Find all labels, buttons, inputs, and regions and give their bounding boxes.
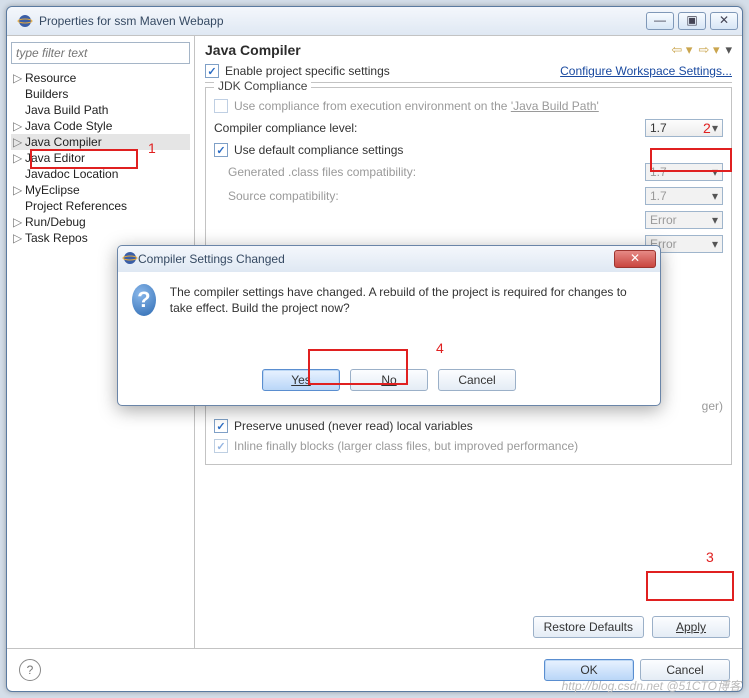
tree-item-task-repos[interactable]: ▷Task Repos	[11, 230, 190, 246]
property-tree: ▷ResourceBuildersJava Build Path▷Java Co…	[11, 70, 190, 246]
apply-button[interactable]: Apply	[652, 616, 730, 638]
use-exec-env-checkbox[interactable]	[214, 99, 228, 113]
nav-back-icon[interactable]: ⇦ ▾	[671, 42, 692, 58]
compliance-subrow-label: Source compatibility:	[214, 189, 645, 203]
inline-finally-checkbox	[214, 439, 228, 453]
tree-item-resource[interactable]: ▷Resource	[11, 70, 190, 86]
trailing-fragment: ger)	[702, 399, 723, 413]
close-button[interactable]: ✕	[710, 12, 738, 30]
titlebar[interactable]: Properties for ssm Maven Webapp — ▣ ✕	[7, 7, 742, 35]
use-default-label: Use default compliance settings	[234, 143, 403, 157]
window-title: Properties for ssm Maven Webapp	[39, 14, 642, 28]
configure-workspace-link[interactable]: Configure Workspace Settings...	[560, 64, 732, 78]
tree-item-java-build-path[interactable]: Java Build Path	[11, 102, 190, 118]
use-exec-env-row: Use compliance from execution environmen…	[214, 96, 723, 116]
tree-item-javadoc-location[interactable]: Javadoc Location	[11, 166, 190, 182]
tree-item-label: Builders	[25, 87, 68, 101]
tree-item-label: MyEclipse	[25, 183, 80, 197]
preserve-unused-checkbox[interactable]	[214, 419, 228, 433]
tree-item-myeclipse[interactable]: ▷MyEclipse	[11, 182, 190, 198]
dialog-title: Compiler Settings Changed	[138, 252, 285, 266]
jdk-compliance-legend: JDK Compliance	[214, 79, 311, 93]
cancel-button[interactable]: Cancel	[640, 659, 730, 681]
expand-arrow-icon[interactable]: ▷	[13, 119, 25, 133]
tree-item-label: Task Repos	[25, 231, 88, 245]
expand-arrow-icon[interactable]: ▷	[13, 151, 25, 165]
compliance-subrow: Error	[214, 208, 723, 232]
compliance-level-label: Compiler compliance level:	[214, 121, 645, 135]
eclipse-icon	[17, 13, 33, 29]
expand-arrow-icon[interactable]: ▷	[13, 231, 25, 245]
inline-finally-label: Inline finally blocks (larger class file…	[234, 439, 578, 453]
use-exec-env-label: Use compliance from execution environmen…	[234, 99, 599, 113]
page-buttons: Restore Defaults Apply	[195, 606, 742, 648]
tree-item-label: Resource	[25, 71, 76, 85]
preserve-unused-row: Preserve unused (never read) local varia…	[214, 416, 723, 436]
yes-button[interactable]: Yes	[262, 369, 340, 391]
use-default-checkbox[interactable]	[214, 143, 228, 157]
enable-project-specific-label: Enable project specific settings	[225, 64, 390, 78]
expand-arrow-icon[interactable]: ▷	[13, 71, 25, 85]
dialog-cancel-button[interactable]: Cancel	[438, 369, 516, 391]
page-heading-row: Java Compiler ⇦ ▾ ⇨ ▾ ▾	[195, 36, 742, 60]
tree-item-builders[interactable]: Builders	[11, 86, 190, 102]
compliance-level-row: Compiler compliance level: 1.7	[214, 116, 723, 140]
compliance-subrow: Source compatibility:1.7	[214, 184, 723, 208]
ok-button[interactable]: OK	[544, 659, 634, 681]
compliance-subrow: Generated .class files compatibility:1.7	[214, 160, 723, 184]
question-icon: ?	[132, 284, 156, 316]
dialog-buttons: Yes No Cancel	[118, 369, 660, 405]
minimize-button[interactable]: —	[646, 12, 674, 30]
restore-defaults-button[interactable]: Restore Defaults	[533, 616, 644, 638]
nav-menu-icon[interactable]: ▾	[725, 42, 732, 58]
dialog-titlebar[interactable]: Compiler Settings Changed ✕	[118, 246, 660, 272]
no-button[interactable]: No	[350, 369, 428, 391]
inline-finally-row: Inline finally blocks (larger class file…	[214, 436, 723, 456]
expand-arrow-icon[interactable]: ▷	[13, 183, 25, 197]
compliance-subrow-select: Error	[645, 211, 723, 229]
tree-item-run-debug[interactable]: ▷Run/Debug	[11, 214, 190, 230]
use-default-row: Use default compliance settings	[214, 140, 723, 160]
tree-item-label: Java Compiler	[25, 135, 102, 149]
dialog-message: The compiler settings have changed. A re…	[170, 284, 646, 357]
dialog-close-button[interactable]: ✕	[614, 250, 656, 268]
tree-item-project-references[interactable]: Project References	[11, 198, 190, 214]
tree-item-label: Java Code Style	[25, 119, 112, 133]
compliance-subrow-label: Generated .class files compatibility:	[214, 165, 645, 179]
tree-item-java-editor[interactable]: ▷Java Editor	[11, 150, 190, 166]
eclipse-icon	[122, 250, 138, 269]
nav-forward-icon[interactable]: ⇨ ▾	[698, 42, 719, 58]
preserve-unused-label: Preserve unused (never read) local varia…	[234, 419, 473, 433]
tree-item-label: Java Editor	[25, 151, 85, 165]
compiler-settings-dialog: Compiler Settings Changed ✕ ? The compil…	[117, 245, 661, 406]
help-icon[interactable]: ?	[19, 659, 41, 681]
footer: ? OK Cancel	[7, 648, 742, 691]
enable-project-specific-checkbox[interactable]	[205, 64, 219, 78]
tree-item-label: Project References	[25, 199, 127, 213]
filter-input[interactable]	[11, 42, 190, 64]
page-title: Java Compiler	[205, 42, 671, 58]
compliance-level-select[interactable]: 1.7	[645, 119, 723, 137]
maximize-button[interactable]: ▣	[678, 12, 706, 30]
tree-item-java-compiler[interactable]: ▷Java Compiler	[11, 134, 190, 150]
tree-item-label: Java Build Path	[25, 103, 108, 117]
compliance-subrow-select: 1.7	[645, 163, 723, 181]
compliance-subrow-select: 1.7	[645, 187, 723, 205]
tree-item-label: Javadoc Location	[25, 167, 118, 181]
expand-arrow-icon[interactable]: ▷	[13, 135, 25, 149]
expand-arrow-icon[interactable]: ▷	[13, 215, 25, 229]
tree-item-label: Run/Debug	[25, 215, 86, 229]
tree-item-java-code-style[interactable]: ▷Java Code Style	[11, 118, 190, 134]
